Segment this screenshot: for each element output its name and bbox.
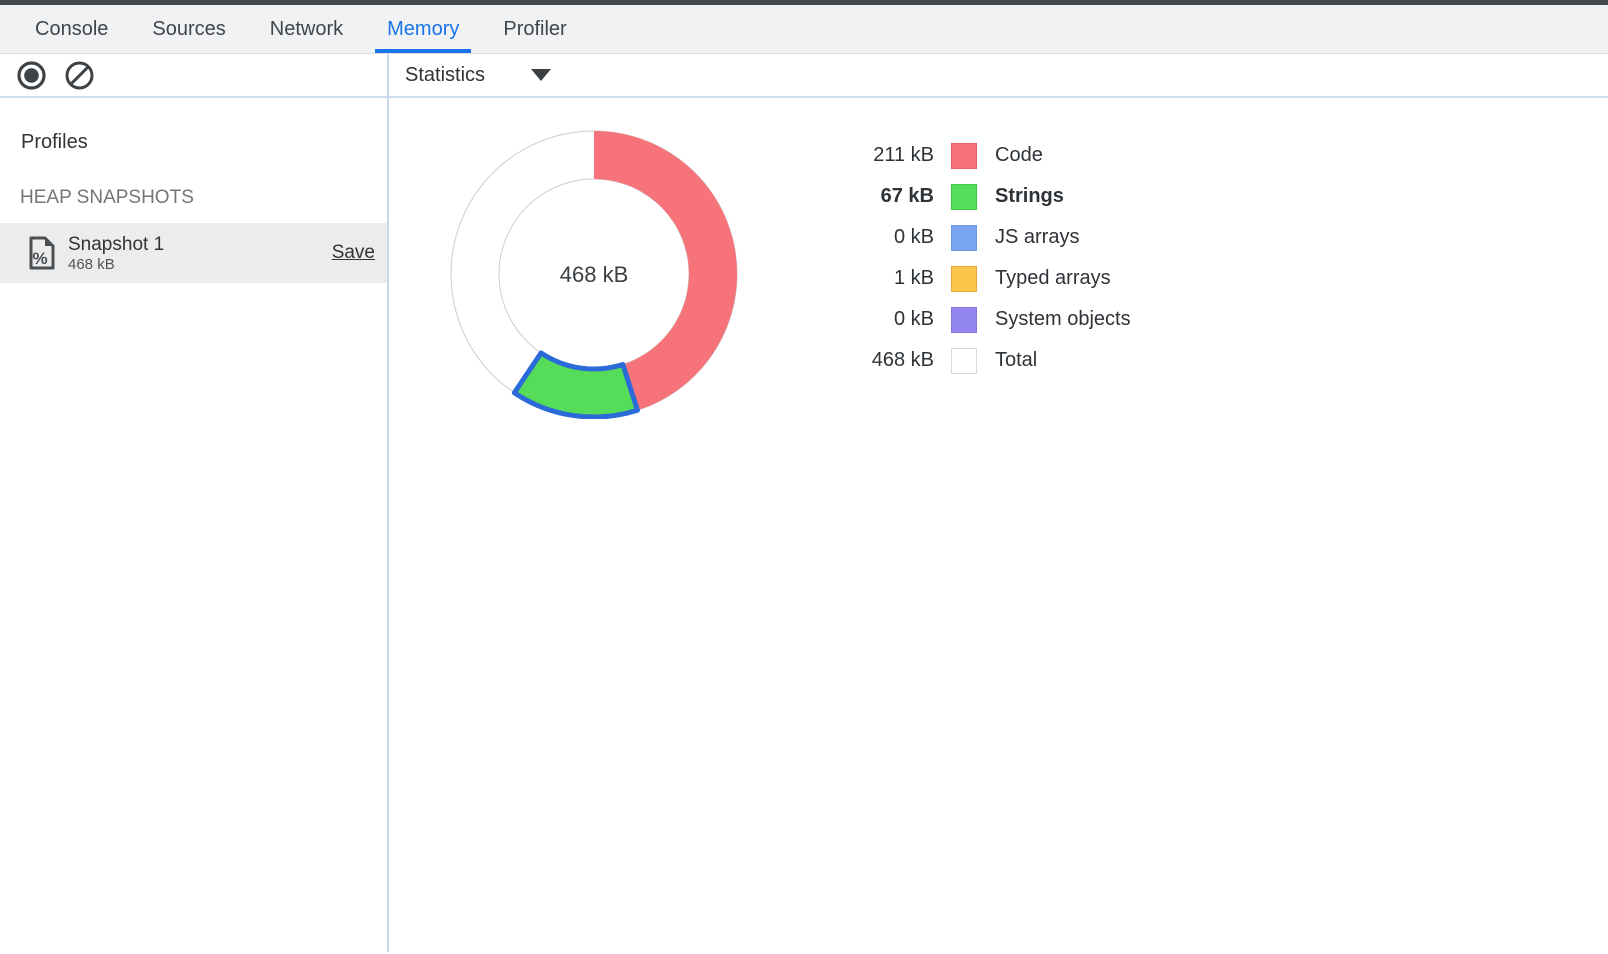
profiles-sidebar: Profiles HEAP SNAPSHOTS % Snapshot 1 468… bbox=[0, 98, 389, 952]
heap-snapshots-section-heading: HEAP SNAPSHOTS bbox=[20, 187, 387, 209]
clear-profiles-button[interactable] bbox=[64, 60, 95, 91]
legend-value: 1 kB bbox=[844, 267, 934, 290]
legend-value: 0 kB bbox=[844, 226, 934, 249]
legend-label: System objects bbox=[995, 308, 1131, 331]
statistics-toolbar: Statistics bbox=[389, 54, 1608, 96]
heap-snapshot-size: 468 kB bbox=[68, 256, 164, 274]
legend-row-typed-arrays[interactable]: 1 kB Typed arrays bbox=[844, 265, 1131, 292]
legend-value: 468 kB bbox=[844, 349, 934, 372]
donut-center-label: 468 kB bbox=[560, 262, 629, 287]
tab-console[interactable]: Console bbox=[23, 5, 120, 53]
legend-row-code[interactable]: 211 kB Code bbox=[844, 142, 1131, 169]
tab-label: Console bbox=[35, 18, 108, 41]
tab-memory[interactable]: Memory bbox=[375, 5, 471, 53]
legend-label: Strings bbox=[995, 185, 1064, 208]
heap-snapshot-text: Snapshot 1 468 kB bbox=[68, 233, 164, 274]
profiles-toolbar bbox=[0, 54, 389, 96]
legend-value: 67 kB bbox=[844, 185, 934, 208]
record-icon bbox=[16, 60, 47, 91]
legend-label: Code bbox=[995, 144, 1043, 167]
legend-swatch bbox=[951, 307, 977, 333]
tab-network[interactable]: Network bbox=[258, 5, 355, 53]
legend-swatch bbox=[951, 266, 977, 292]
legend-swatch bbox=[951, 348, 977, 374]
legend-label: JS arrays bbox=[995, 226, 1079, 249]
heap-snapshot-title: Snapshot 1 bbox=[68, 233, 164, 256]
profiles-heading: Profiles bbox=[21, 131, 387, 154]
devtools-tab-bar: Console Sources Network Memory Profiler bbox=[0, 5, 1608, 54]
legend-swatch bbox=[951, 225, 977, 251]
tab-label: Sources bbox=[152, 18, 225, 41]
tab-profiler[interactable]: Profiler bbox=[491, 5, 578, 53]
statistics-panel: 468 kB 211 kB Code 67 kB Strings 0 kB JS… bbox=[389, 98, 1608, 952]
content-area: Profiles HEAP SNAPSHOTS % Snapshot 1 468… bbox=[0, 98, 1608, 952]
legend-row-strings[interactable]: 67 kB Strings bbox=[844, 183, 1131, 210]
donut-slice-strings[interactable] bbox=[514, 353, 637, 417]
legend-row-total[interactable]: 468 kB Total bbox=[844, 347, 1131, 374]
tab-label: Profiler bbox=[503, 18, 566, 41]
chevron-down-icon bbox=[531, 69, 551, 81]
legend-swatch bbox=[951, 184, 977, 210]
perspective-dropdown-label: Statistics bbox=[405, 64, 485, 87]
tab-sources[interactable]: Sources bbox=[140, 5, 237, 53]
legend-row-js-arrays[interactable]: 0 kB JS arrays bbox=[844, 224, 1131, 251]
tab-label: Memory bbox=[387, 18, 459, 41]
tab-label: Network bbox=[270, 18, 343, 41]
legend-value: 211 kB bbox=[844, 144, 934, 167]
legend-label: Typed arrays bbox=[995, 267, 1111, 290]
perspective-dropdown[interactable]: Statistics bbox=[405, 64, 551, 87]
heap-snapshot-item[interactable]: % Snapshot 1 468 kB Save bbox=[0, 223, 387, 283]
legend-swatch bbox=[951, 143, 977, 169]
legend-value: 0 kB bbox=[844, 308, 934, 331]
legend-row-system-objects[interactable]: 0 kB System objects bbox=[844, 306, 1131, 333]
clear-icon bbox=[64, 60, 95, 91]
heap-snapshot-document-icon: % bbox=[27, 235, 57, 271]
memory-toolbar: Statistics bbox=[0, 54, 1608, 98]
record-heap-snapshot-button[interactable] bbox=[16, 60, 47, 91]
memory-donut-chart[interactable]: 468 kB bbox=[449, 129, 739, 419]
save-link[interactable]: Save bbox=[332, 242, 375, 264]
svg-text:%: % bbox=[32, 249, 47, 268]
legend-label: Total bbox=[995, 349, 1037, 372]
chart-legend: 211 kB Code 67 kB Strings 0 kB JS arrays… bbox=[844, 142, 1131, 388]
